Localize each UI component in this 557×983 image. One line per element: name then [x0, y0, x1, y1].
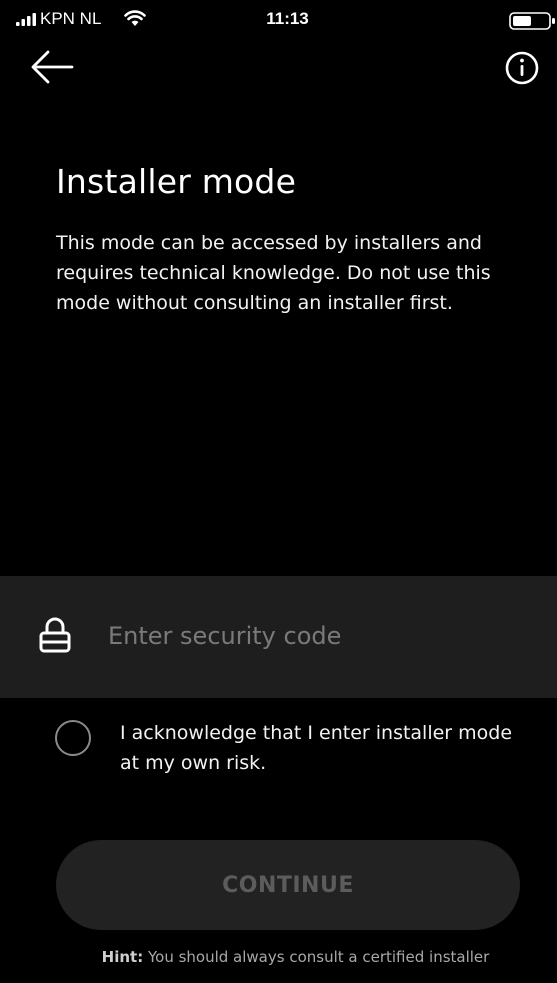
hint-message: You should always consult a certified in… [143, 948, 490, 966]
info-circle-icon [505, 51, 539, 85]
security-code-field[interactable] [0, 576, 557, 698]
page-description: This mode can be accessed by installers … [56, 232, 491, 314]
battery-icon [509, 12, 555, 30]
page-title: Installer mode [56, 162, 297, 201]
info-button[interactable] [502, 48, 542, 88]
lock-icon [39, 617, 71, 653]
back-button[interactable] [28, 48, 76, 86]
hint-text: Hint: You should always consult a certif… [0, 948, 557, 966]
clock-time: 11:13 [266, 9, 309, 28]
continue-button[interactable]: CONTINUE [56, 840, 520, 930]
acknowledge-checkbox[interactable] [55, 720, 91, 756]
security-code-input[interactable] [108, 614, 528, 658]
hint-label: Hint: [101, 948, 144, 966]
acknowledge-label[interactable]: I acknowledge that I enter installer mod… [120, 718, 520, 778]
arrow-left-icon [31, 50, 74, 84]
status-bar: KPN NL 11:13 [0, 0, 557, 40]
